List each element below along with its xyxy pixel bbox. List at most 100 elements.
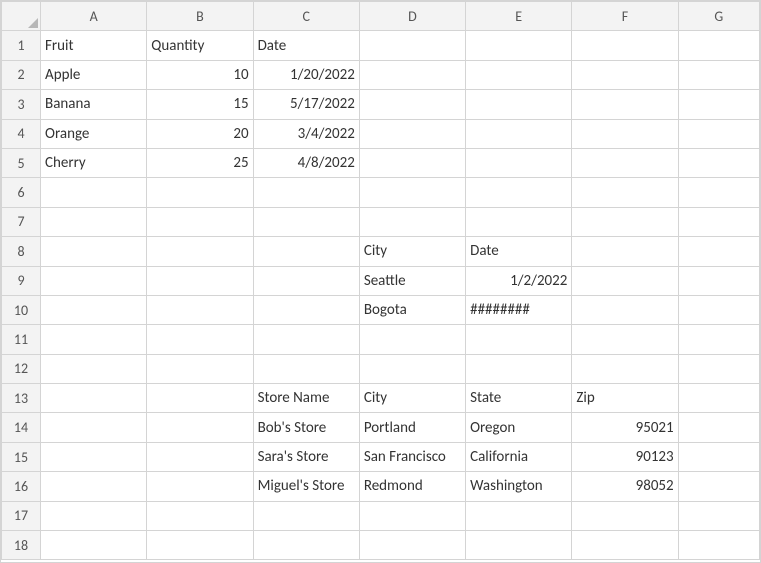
- cell-B7[interactable]: [147, 207, 253, 236]
- cell-B3[interactable]: 15: [147, 90, 253, 119]
- cell-G8[interactable]: [678, 237, 759, 266]
- cell-C3[interactable]: 5/17/2022: [253, 90, 359, 119]
- cell-E8[interactable]: Date: [466, 237, 572, 266]
- cell-E18[interactable]: [466, 531, 572, 560]
- cell-D13[interactable]: City: [359, 384, 465, 413]
- cell-F3[interactable]: [572, 90, 678, 119]
- cell-D14[interactable]: Portland: [359, 413, 465, 442]
- cell-A14[interactable]: [41, 413, 147, 442]
- cell-E17[interactable]: [466, 501, 572, 530]
- cell-D7[interactable]: [359, 207, 465, 236]
- cell-E12[interactable]: [466, 354, 572, 383]
- cell-A8[interactable]: [41, 237, 147, 266]
- cell-D17[interactable]: [359, 501, 465, 530]
- cell-G5[interactable]: [678, 148, 759, 177]
- cell-G18[interactable]: [678, 531, 759, 560]
- cell-G11[interactable]: [678, 325, 759, 354]
- cell-B6[interactable]: [147, 178, 253, 207]
- cell-E5[interactable]: [466, 148, 572, 177]
- cell-B13[interactable]: [147, 384, 253, 413]
- cell-F15[interactable]: 90123: [572, 442, 678, 471]
- cell-D16[interactable]: Redmond: [359, 472, 465, 501]
- cell-C11[interactable]: [253, 325, 359, 354]
- cell-F10[interactable]: [572, 295, 678, 324]
- cell-B9[interactable]: [147, 266, 253, 295]
- cell-F5[interactable]: [572, 148, 678, 177]
- cell-G12[interactable]: [678, 354, 759, 383]
- cell-G13[interactable]: [678, 384, 759, 413]
- cell-E13[interactable]: State: [466, 384, 572, 413]
- cell-B15[interactable]: [147, 442, 253, 471]
- cell-B12[interactable]: [147, 354, 253, 383]
- cell-A5[interactable]: Cherry: [41, 148, 147, 177]
- row-header-4[interactable]: 4: [2, 119, 41, 148]
- cell-A1[interactable]: Fruit: [41, 31, 147, 60]
- cell-F18[interactable]: [572, 531, 678, 560]
- cell-F17[interactable]: [572, 501, 678, 530]
- cell-F6[interactable]: [572, 178, 678, 207]
- cell-D2[interactable]: [359, 60, 465, 89]
- cell-D4[interactable]: [359, 119, 465, 148]
- cell-F16[interactable]: 98052: [572, 472, 678, 501]
- cell-E2[interactable]: [466, 60, 572, 89]
- cell-D9[interactable]: Seattle: [359, 266, 465, 295]
- row-header-16[interactable]: 16: [2, 472, 41, 501]
- cell-A13[interactable]: [41, 384, 147, 413]
- cell-G9[interactable]: [678, 266, 759, 295]
- cell-B2[interactable]: 10: [147, 60, 253, 89]
- row-header-12[interactable]: 12: [2, 354, 41, 383]
- cell-C10[interactable]: [253, 295, 359, 324]
- cell-F14[interactable]: 95021: [572, 413, 678, 442]
- cell-B1[interactable]: Quantity: [147, 31, 253, 60]
- cell-B10[interactable]: [147, 295, 253, 324]
- cell-E15[interactable]: California: [466, 442, 572, 471]
- cell-C17[interactable]: [253, 501, 359, 530]
- cell-G3[interactable]: [678, 90, 759, 119]
- cell-A9[interactable]: [41, 266, 147, 295]
- col-header-C[interactable]: C: [253, 2, 359, 31]
- cell-D10[interactable]: Bogota: [359, 295, 465, 324]
- cell-G4[interactable]: [678, 119, 759, 148]
- cell-A7[interactable]: [41, 207, 147, 236]
- col-header-G[interactable]: G: [678, 2, 759, 31]
- cell-D12[interactable]: [359, 354, 465, 383]
- cell-D5[interactable]: [359, 148, 465, 177]
- cell-E4[interactable]: [466, 119, 572, 148]
- cell-A10[interactable]: [41, 295, 147, 324]
- cell-E14[interactable]: Oregon: [466, 413, 572, 442]
- cell-F7[interactable]: [572, 207, 678, 236]
- cell-G10[interactable]: [678, 295, 759, 324]
- cell-E16[interactable]: Washington: [466, 472, 572, 501]
- cell-F8[interactable]: [572, 237, 678, 266]
- cell-D11[interactable]: [359, 325, 465, 354]
- cell-B5[interactable]: 25: [147, 148, 253, 177]
- row-header-9[interactable]: 9: [2, 266, 41, 295]
- cell-E1[interactable]: [466, 31, 572, 60]
- cell-E10[interactable]: ########: [466, 295, 572, 324]
- cell-C16[interactable]: Miguel's Store: [253, 472, 359, 501]
- row-header-13[interactable]: 13: [2, 384, 41, 413]
- cell-C18[interactable]: [253, 531, 359, 560]
- cell-C4[interactable]: 3/4/2022: [253, 119, 359, 148]
- cell-C2[interactable]: 1/20/2022: [253, 60, 359, 89]
- cell-C8[interactable]: [253, 237, 359, 266]
- spreadsheet-grid[interactable]: A B C D E F G 1 Fruit Quantity Date 2 Ap…: [0, 0, 761, 563]
- col-header-A[interactable]: A: [41, 2, 147, 31]
- cell-D15[interactable]: San Francisco: [359, 442, 465, 471]
- cell-E11[interactable]: [466, 325, 572, 354]
- row-header-5[interactable]: 5: [2, 148, 41, 177]
- cell-G6[interactable]: [678, 178, 759, 207]
- row-header-3[interactable]: 3: [2, 90, 41, 119]
- select-all-corner[interactable]: [2, 2, 41, 31]
- cell-C1[interactable]: Date: [253, 31, 359, 60]
- cell-F12[interactable]: [572, 354, 678, 383]
- cell-F11[interactable]: [572, 325, 678, 354]
- cell-E6[interactable]: [466, 178, 572, 207]
- cell-B14[interactable]: [147, 413, 253, 442]
- col-header-B[interactable]: B: [147, 2, 253, 31]
- cell-D6[interactable]: [359, 178, 465, 207]
- cell-F9[interactable]: [572, 266, 678, 295]
- cell-D18[interactable]: [359, 531, 465, 560]
- cell-G2[interactable]: [678, 60, 759, 89]
- cell-F1[interactable]: [572, 31, 678, 60]
